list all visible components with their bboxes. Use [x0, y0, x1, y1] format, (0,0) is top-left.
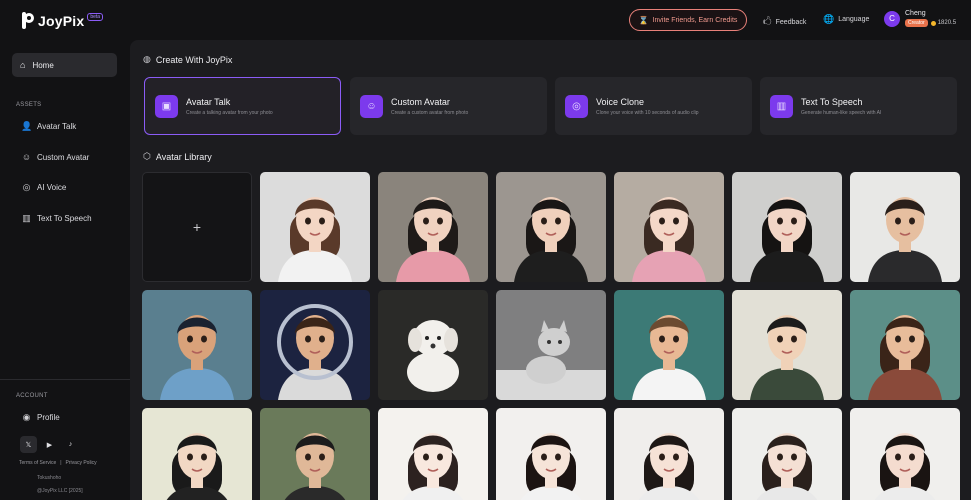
avatar-thumbnail[interactable] — [142, 290, 252, 400]
avatar-thumbnail[interactable] — [732, 290, 842, 400]
avatar-thumbnail[interactable] — [850, 172, 960, 282]
coin-icon — [930, 20, 936, 26]
card-subtitle: Clone your voice with 10 seconds of audi… — [596, 109, 699, 116]
voice-clone-icon: ◎ — [565, 94, 588, 118]
card-title: Text To Speech — [801, 96, 863, 107]
creator-badge: Creator — [905, 19, 928, 27]
language-label: Language — [838, 16, 870, 23]
language-button[interactable]: 🌐 Language — [823, 14, 869, 25]
assets-section-title: ASSETS — [16, 102, 42, 108]
text-speech-icon: ▥ — [770, 94, 793, 118]
avatar-talk-icon: ▣ — [155, 94, 178, 118]
add-avatar-button[interactable]: + — [142, 172, 252, 282]
sidebar-item-ai-voice[interactable]: ◎ AI Voice — [21, 182, 67, 193]
avatar-thumbnail[interactable] — [378, 408, 488, 500]
sidebar-item-text-to-speech[interactable]: ▥ Text To Speech — [21, 213, 92, 224]
copyright: @JoyPix LLC [2025] — [37, 488, 83, 494]
card-title: Custom Avatar — [391, 96, 450, 107]
beta-badge: beta — [87, 12, 104, 21]
sidebar-item-home[interactable]: ⌂ Home — [12, 53, 117, 77]
feedback-label: Feedback — [775, 18, 807, 26]
sidebar-item-label: Text To Speech — [37, 214, 92, 223]
avatar-thumbnail[interactable] — [260, 408, 370, 500]
user-menu[interactable]: C Cheng Creator 1820.5 — [884, 10, 956, 27]
feedback-icon: 🖒 — [763, 16, 772, 26]
avatar: C — [884, 10, 900, 27]
credits-count: 1820.5 — [937, 20, 957, 26]
home-icon: ⌂ — [20, 60, 26, 70]
card-subtitle: Create a talking avatar from your photo — [186, 109, 273, 116]
avatar-thumbnail[interactable] — [378, 290, 488, 400]
palette-icon: ◍ — [143, 54, 151, 64]
sidebar-item-label: AI Voice — [37, 183, 67, 192]
create-section-title: ◍ Create With JoyPix — [143, 54, 232, 65]
tiktok-icon[interactable]: ♪ — [62, 436, 79, 453]
plus-icon: + — [192, 219, 202, 235]
footer-separator: | — [60, 460, 62, 466]
user-icon: 👤 — [21, 121, 33, 131]
avatar-thumbnail[interactable] — [496, 290, 606, 400]
text-speech-icon: ▥ — [22, 213, 31, 223]
avatar-thumbnail[interactable] — [850, 290, 960, 400]
account-section-title: ACCOUNT — [16, 393, 48, 399]
avatar-thumbnail[interactable] — [260, 172, 370, 282]
card-title: Voice Clone — [596, 96, 645, 107]
card-subtitle: Generate human-like speech with AI — [801, 109, 882, 116]
avatar-thumbnail[interactable] — [496, 408, 606, 500]
create-title: Create With JoyPix — [155, 54, 233, 65]
card-text-to-speech[interactable]: ▥ Text To Speech Generate human-like spe… — [760, 77, 957, 135]
profile-icon: ◉ — [22, 412, 31, 422]
card-title: Avatar Talk — [186, 96, 231, 107]
custom-avatar-icon: ☺ — [360, 94, 383, 118]
feedback-button[interactable]: 🖒 Feedback — [763, 14, 806, 30]
top-bar: JoyPix beta ⌛ Invite Friends, Earn Credi… — [0, 0, 971, 40]
avatar-thumbnail[interactable] — [614, 172, 724, 282]
terms-link[interactable]: Terms of Service — [19, 460, 56, 466]
logo-icon — [22, 12, 34, 29]
main-panel: ◍ Create With JoyPix ▣ Avatar Talk Creat… — [130, 40, 971, 500]
sidebar-item-avatar-talk[interactable]: 👤 Avatar Talk — [21, 121, 76, 132]
logo[interactable]: JoyPix beta — [22, 12, 104, 29]
sidebar-item-label: Avatar Talk — [37, 122, 77, 131]
sidebar-item-custom-avatar[interactable]: ☺ Custom Avatar — [21, 152, 89, 162]
voice-icon: ◎ — [22, 182, 31, 192]
social-links: 𝕏 ▶ ♪ — [20, 436, 79, 453]
user-name: Cheng — [905, 10, 926, 17]
footer-links: Terms of Service | Privacy Policy — [19, 460, 97, 466]
tokushoho-link[interactable]: Tokushoho — [37, 475, 61, 481]
avatar-thumbnail[interactable] — [614, 408, 724, 500]
sidebar-item-profile[interactable]: ◉ Profile — [21, 412, 60, 423]
privacy-link[interactable]: Privacy Policy — [66, 460, 97, 466]
card-custom-avatar[interactable]: ☺ Custom Avatar Create a custom avatar f… — [350, 77, 547, 135]
avatar-thumbnail[interactable] — [496, 172, 606, 282]
sidebar-item-label: Profile — [37, 413, 60, 422]
invite-label: Invite Friends, Earn Credits — [652, 16, 738, 24]
cube-icon: ⬡ — [143, 151, 151, 161]
sidebar-item-label: Home — [32, 60, 54, 70]
library-title: Avatar Library — [155, 151, 212, 162]
globe-icon: 🌐 — [823, 14, 835, 24]
avatar-thumbnail[interactable] — [260, 290, 370, 400]
hourglass-icon: ⌛ — [638, 15, 649, 25]
avatar-thumbnail[interactable] — [732, 172, 842, 282]
avatar-thumbnail[interactable] — [378, 172, 488, 282]
invite-button[interactable]: ⌛ Invite Friends, Earn Credits — [629, 9, 747, 31]
logo-text: JoyPix — [38, 12, 85, 29]
avatar-thumbnail[interactable] — [850, 408, 960, 500]
card-subtitle: Create a custom avatar from photo — [391, 109, 469, 116]
sidebar: ⌂ Home ASSETS 👤 Avatar Talk ☺ Custom Ava… — [0, 40, 130, 500]
library-section-title: ⬡ Avatar Library — [143, 151, 212, 162]
avatar-thumbnail[interactable] — [142, 408, 252, 500]
smile-icon: ☺ — [21, 152, 32, 162]
card-voice-clone[interactable]: ◎ Voice Clone Clone your voice with 10 s… — [555, 77, 752, 135]
avatar-thumbnail[interactable] — [614, 290, 724, 400]
youtube-icon[interactable]: ▶ — [41, 436, 58, 453]
avatar-thumbnail[interactable] — [732, 408, 842, 500]
sidebar-item-label: Custom Avatar — [37, 152, 90, 162]
card-avatar-talk[interactable]: ▣ Avatar Talk Create a talking avatar fr… — [144, 77, 341, 135]
x-icon[interactable]: 𝕏 — [20, 436, 37, 453]
sidebar-divider — [0, 379, 130, 380]
